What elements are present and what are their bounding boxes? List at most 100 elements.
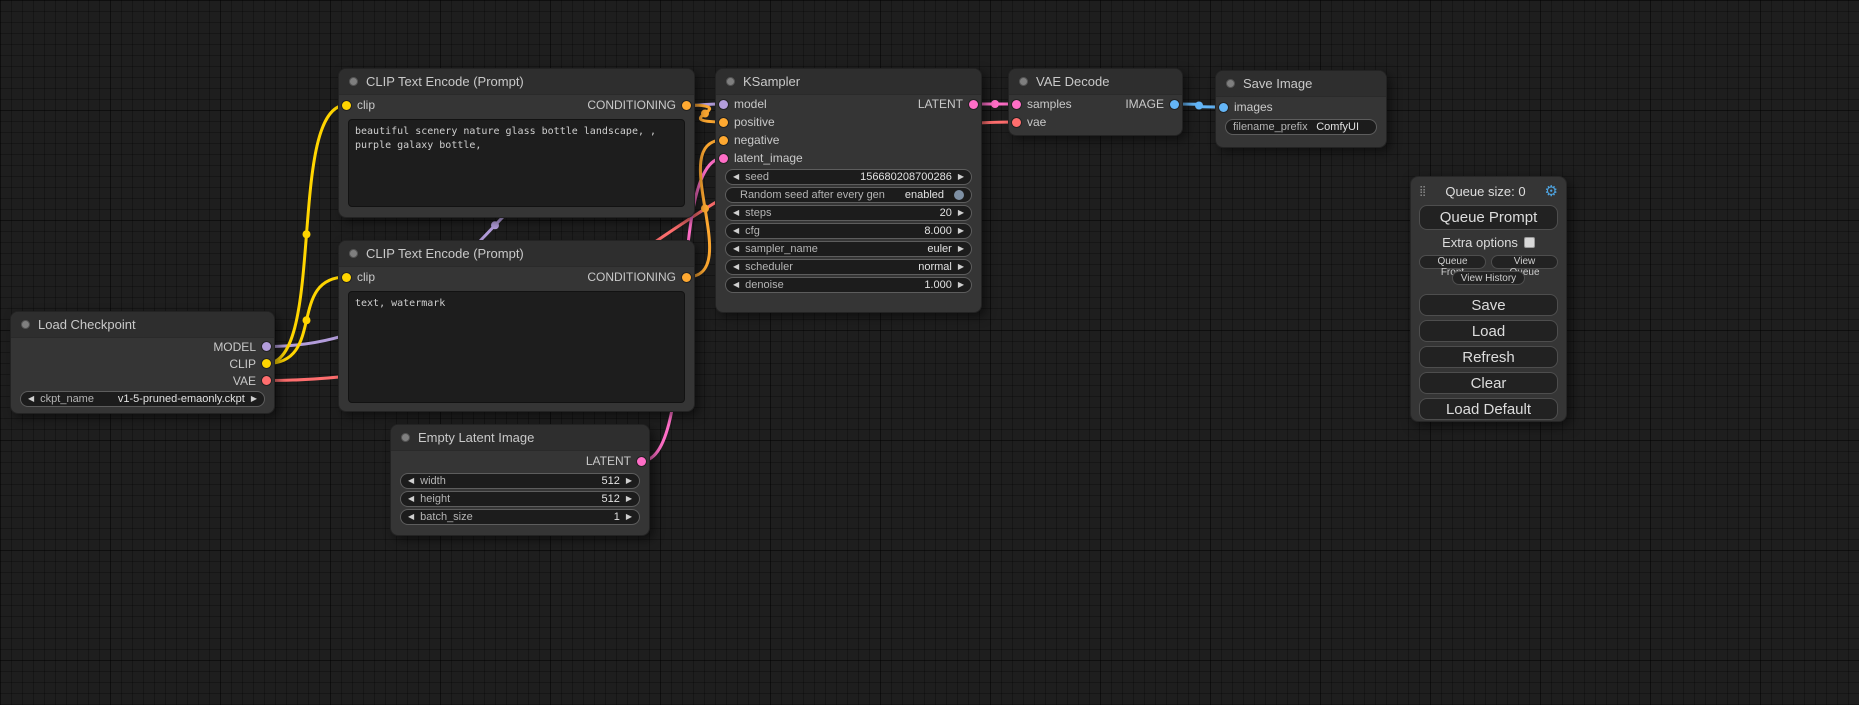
widget-sampler-name[interactable]: ◀ sampler_name euler ▶ [725,241,972,257]
conditioning-output-port[interactable] [682,273,691,282]
widget-ckpt-name[interactable]: ◀ ckpt_name v1-5-pruned-emaonly.ckpt ▶ [20,391,265,407]
widget-cfg[interactable]: ◀ cfg 8.000 ▶ [725,223,972,239]
widget-denoise[interactable]: ◀ denoise 1.000 ▶ [725,277,972,293]
widget-steps[interactable]: ◀ steps 20 ▶ [725,205,972,221]
model-input-port[interactable] [719,100,728,109]
toggle-indicator[interactable] [954,190,964,200]
menu-drag-handle-icon[interactable]: ⣿ [1419,186,1426,197]
node-collapse-dot[interactable] [21,320,30,329]
node-vae-decode[interactable]: VAE Decode samples IMAGE vae [1008,68,1183,136]
node-collapse-dot[interactable] [349,77,358,86]
node-collapse-dot[interactable] [401,433,410,442]
node-ksampler[interactable]: KSampler model LATENT positive negative [715,68,982,313]
input-label: negative [734,133,779,147]
load-button[interactable]: Load [1419,320,1558,342]
widget-seed[interactable]: ◀ seed 156680208700286 ▶ [725,169,972,185]
queue-prompt-button[interactable]: Queue Prompt [1419,205,1558,230]
decrement-arrow-icon[interactable]: ◀ [733,245,739,253]
decrement-arrow-icon[interactable]: ◀ [733,281,739,289]
increment-arrow-icon[interactable]: ▶ [251,395,257,403]
widget-random-seed-toggle[interactable]: Random seed after every gen enabled [725,187,972,203]
node-title: CLIP Text Encode (Prompt) [366,74,524,89]
conditioning-output-port[interactable] [682,101,691,110]
input-label: model [734,97,767,111]
queue-front-button[interactable]: Queue Front [1419,255,1486,269]
negative-input-port[interactable] [719,136,728,145]
output-label: MODEL [213,340,256,354]
increment-arrow-icon[interactable]: ▶ [626,495,632,503]
samples-input-port[interactable] [1012,100,1021,109]
increment-arrow-icon[interactable]: ▶ [626,477,632,485]
vae-input-port[interactable] [1012,118,1021,127]
node-title: Load Checkpoint [38,317,136,332]
decrement-arrow-icon[interactable]: ◀ [733,227,739,235]
node-load-checkpoint[interactable]: Load Checkpoint MODEL CLIP VAE ◀ ckpt_na… [10,311,275,414]
increment-arrow-icon[interactable]: ▶ [958,281,964,289]
node-title-bar[interactable]: CLIP Text Encode (Prompt) [339,69,694,95]
clip-output-port[interactable] [262,359,271,368]
latent-output-port[interactable] [969,100,978,109]
decrement-arrow-icon[interactable]: ◀ [408,495,414,503]
widget-batch-size[interactable]: ◀ batch_size 1 ▶ [400,509,640,525]
clip-input-port[interactable] [342,101,351,110]
node-title-bar[interactable]: KSampler [716,69,981,95]
node-clip-text-encode-negative[interactable]: CLIP Text Encode (Prompt) clip CONDITION… [338,240,695,412]
output-label: VAE [233,374,256,388]
node-title-bar[interactable]: Load Checkpoint [11,312,274,338]
node-title-bar[interactable]: Save Image [1216,71,1386,97]
node-save-image[interactable]: Save Image images filename_prefix ComfyU… [1215,70,1387,148]
model-output-port[interactable] [262,342,271,351]
clear-button[interactable]: Clear [1419,372,1558,394]
settings-gear-icon[interactable]: ⚙ [1545,184,1558,199]
link-midpoint-dot [701,205,709,213]
node-title: Empty Latent Image [418,430,534,445]
latent-output-port[interactable] [637,457,646,466]
decrement-arrow-icon[interactable]: ◀ [408,513,414,521]
increment-arrow-icon[interactable]: ▶ [958,173,964,181]
decrement-arrow-icon[interactable]: ◀ [733,209,739,217]
node-empty-latent-image[interactable]: Empty Latent Image LATENT ◀ width 512 ▶ … [390,424,650,536]
input-label: clip [357,270,375,284]
clip-input-port[interactable] [342,273,351,282]
node-clip-text-encode-positive[interactable]: CLIP Text Encode (Prompt) clip CONDITION… [338,68,695,218]
output-label: LATENT [918,97,963,111]
link-midpoint-dot [991,100,999,108]
negative-prompt-textarea[interactable]: text, watermark [348,291,685,403]
widget-width[interactable]: ◀ width 512 ▶ [400,473,640,489]
increment-arrow-icon[interactable]: ▶ [958,263,964,271]
view-history-button[interactable]: View History [1452,271,1525,285]
latent-image-input-port[interactable] [719,154,728,163]
link-midpoint-dot [303,316,311,324]
decrement-arrow-icon[interactable]: ◀ [733,263,739,271]
positive-input-port[interactable] [719,118,728,127]
node-collapse-dot[interactable] [726,77,735,86]
images-input-port[interactable] [1219,103,1228,112]
widget-height[interactable]: ◀ height 512 ▶ [400,491,640,507]
extra-options-checkbox[interactable] [1524,237,1535,248]
increment-arrow-icon[interactable]: ▶ [958,209,964,217]
decrement-arrow-icon[interactable]: ◀ [733,173,739,181]
view-queue-button[interactable]: View Queue [1491,255,1558,269]
vae-output-port[interactable] [262,376,271,385]
input-label: positive [734,115,775,129]
graph-canvas[interactable]: Load Checkpoint MODEL CLIP VAE ◀ ckpt_na… [0,0,1859,705]
input-label: clip [357,98,375,112]
load-default-button[interactable]: Load Default [1419,398,1558,420]
node-title-bar[interactable]: Empty Latent Image [391,425,649,451]
refresh-button[interactable]: Refresh [1419,346,1558,368]
node-title-bar[interactable]: VAE Decode [1009,69,1182,95]
decrement-arrow-icon[interactable]: ◀ [408,477,414,485]
node-collapse-dot[interactable] [1019,77,1028,86]
node-collapse-dot[interactable] [1226,79,1235,88]
increment-arrow-icon[interactable]: ▶ [958,245,964,253]
node-title-bar[interactable]: CLIP Text Encode (Prompt) [339,241,694,267]
increment-arrow-icon[interactable]: ▶ [958,227,964,235]
increment-arrow-icon[interactable]: ▶ [626,513,632,521]
node-collapse-dot[interactable] [349,249,358,258]
save-button[interactable]: Save [1419,294,1558,316]
decrement-arrow-icon[interactable]: ◀ [28,395,34,403]
positive-prompt-textarea[interactable]: beautiful scenery nature glass bottle la… [348,119,685,207]
widget-scheduler[interactable]: ◀ scheduler normal ▶ [725,259,972,275]
widget-filename-prefix[interactable]: filename_prefix ComfyUI [1225,119,1377,135]
image-output-port[interactable] [1170,100,1179,109]
